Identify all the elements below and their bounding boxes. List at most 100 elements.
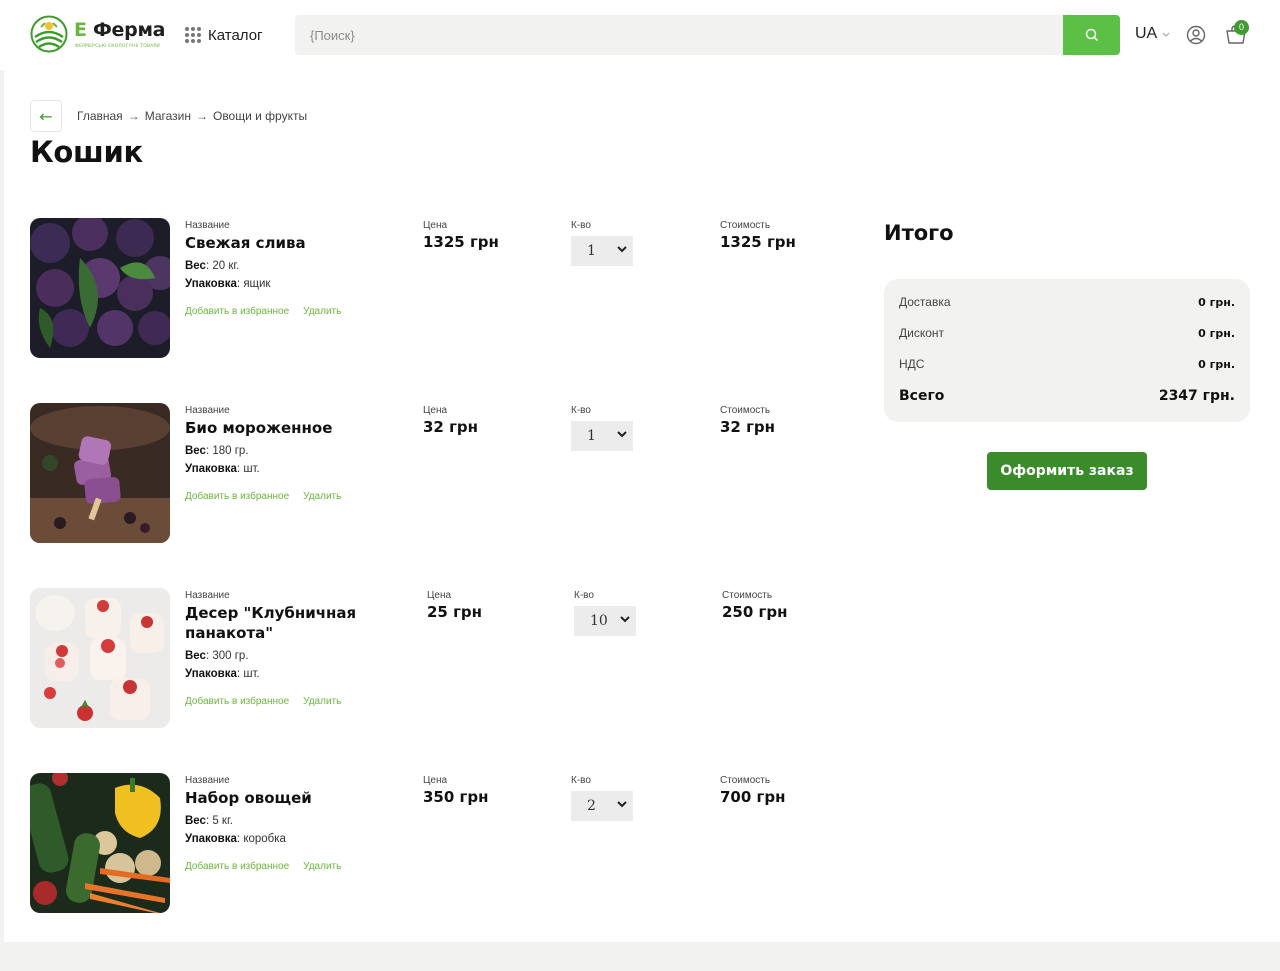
catalog-label: Каталог	[208, 26, 263, 44]
logo-text: E Ферма	[74, 19, 166, 41]
cart-count-badge: 0	[1234, 20, 1249, 35]
item-weight: Вес: 20 кг.	[185, 260, 240, 272]
column-label-price: Цена	[423, 775, 448, 786]
back-button[interactable]: ←	[30, 100, 62, 132]
search-button[interactable]	[1063, 15, 1120, 55]
vat-value: 0 грн.	[1198, 357, 1235, 371]
column-label-price: Цена	[423, 405, 448, 416]
item-cost-column: Стоимость 700 грн	[720, 775, 785, 806]
summary-title: Итого	[884, 221, 954, 245]
summary-row-vat: НДС 0 грн.	[899, 357, 1235, 371]
item-cost: 700 грн	[720, 788, 786, 806]
add-to-favorites-link[interactable]: Добавить в избранное	[185, 696, 289, 707]
cart-item: Название Десер "Клубничная панакота" Вес…	[30, 588, 830, 728]
quantity-value: 1	[587, 428, 596, 444]
column-label-cost: Стоимость	[720, 220, 771, 231]
item-cost: 1325 грн	[720, 233, 796, 251]
item-actions: Добавить в избранное Удалить	[185, 491, 385, 502]
remove-link[interactable]: Удалить	[303, 491, 341, 502]
item-price-column: Цена 32 грн	[423, 405, 478, 436]
delivery-value: 0 грн.	[1198, 295, 1235, 309]
quantity-value: 10	[590, 613, 608, 629]
add-to-favorites-link[interactable]: Добавить в избранное	[185, 861, 289, 872]
chevron-down-icon	[617, 801, 627, 808]
quantity-select[interactable]: 10	[574, 606, 636, 636]
column-label-qty: К-во	[571, 775, 591, 786]
item-qty-column: К-во 1	[571, 405, 633, 451]
column-label-qty: К-во	[571, 405, 591, 416]
breadcrumb-category[interactable]: Овощи и фрукты	[213, 109, 307, 123]
item-cost-column: Стоимость 32 грн	[720, 405, 775, 436]
divider	[0, 70, 4, 942]
column-label-qty: К-во	[571, 220, 591, 231]
language-label: UA	[1135, 25, 1158, 42]
language-switcher[interactable]: UA	[1135, 25, 1170, 43]
item-cost: 32 грн	[720, 418, 776, 436]
item-actions: Добавить в избранное Удалить	[185, 306, 385, 317]
item-price: 350 грн	[423, 788, 489, 806]
product-image-vegetables[interactable]	[30, 773, 170, 913]
remove-link[interactable]: Удалить	[303, 696, 341, 707]
arrow-left-icon: ←	[39, 106, 53, 126]
total-label: Всего	[899, 388, 945, 404]
item-pack: Упаковка: шт.	[185, 463, 260, 475]
item-name[interactable]: Био мороженное	[185, 418, 385, 438]
discount-label: Дисконт	[899, 326, 945, 340]
page-title: Кошик	[30, 135, 143, 169]
item-name[interactable]: Свежая слива	[185, 233, 385, 253]
search-bar	[295, 15, 1120, 55]
item-price: 32 грн	[423, 418, 479, 436]
product-image-panna-cotta[interactable]	[30, 588, 170, 728]
order-summary: Доставка 0 грн. Дисконт 0 грн. НДС 0 грн…	[884, 279, 1250, 422]
add-to-favorites-link[interactable]: Добавить в избранное	[185, 491, 289, 502]
total-value: 2347 грн.	[1158, 388, 1235, 404]
item-cost-column: Стоимость 250 грн	[722, 590, 787, 621]
quantity-select[interactable]: 1	[571, 421, 633, 451]
breadcrumb: Главная → Магазин → Овощи и фрукты	[77, 109, 307, 123]
item-pack: Упаковка: ящик	[185, 278, 271, 290]
logo-tagline: ФЕРМЕРСЬКІ ЕКОЛОГІЧНІ ТОВАРИ	[75, 44, 160, 49]
vat-label: НДС	[899, 357, 925, 371]
item-pack: Упаковка: шт.	[185, 668, 260, 680]
summary-row-delivery: Доставка 0 грн.	[899, 295, 1235, 309]
summary-row-discount: Дисконт 0 грн.	[899, 326, 1235, 340]
cart-item: Название Био мороженное Вес: 180 гр. Упа…	[30, 403, 830, 543]
item-price: 1325 грн	[423, 233, 499, 251]
item-weight: Вес: 180 гр.	[185, 445, 249, 457]
item-name[interactable]: Набор овощей	[185, 788, 385, 808]
item-cost-column: Стоимость 1325 грн	[720, 220, 796, 251]
product-image-plums[interactable]	[30, 218, 170, 358]
logo[interactable]: E Ферма ФЕРМЕРСЬКІ ЕКОЛОГІЧНІ ТОВАРИ	[30, 15, 166, 55]
cart-item: Название Свежая слива Вес: 20 кг. Упаков…	[30, 218, 830, 358]
item-name-column: Название Свежая слива Вес: 20 кг. Упаков…	[185, 220, 385, 317]
search-icon	[1085, 28, 1098, 42]
breadcrumb-home[interactable]: Главная	[77, 109, 123, 123]
remove-link[interactable]: Удалить	[303, 861, 341, 872]
chevron-down-icon	[620, 616, 630, 623]
item-actions: Добавить в избранное Удалить	[185, 861, 385, 872]
search-input[interactable]	[295, 15, 1063, 55]
item-name-column: Название Био мороженное Вес: 180 гр. Упа…	[185, 405, 385, 502]
breadcrumb-separator: →	[127, 109, 140, 123]
summary-row-total: Всего 2347 грн.	[899, 388, 1235, 404]
remove-link[interactable]: Удалить	[303, 306, 341, 317]
user-icon[interactable]	[1186, 25, 1206, 45]
header: E Ферма ФЕРМЕРСЬКІ ЕКОЛОГІЧНІ ТОВАРИ Кат…	[0, 0, 1280, 70]
grid-icon	[185, 27, 201, 43]
column-label-name: Название	[185, 590, 230, 601]
checkout-button[interactable]: Оформить заказ	[987, 452, 1147, 490]
item-price: 25 грн	[427, 603, 483, 621]
item-weight: Вес: 5 кг.	[185, 815, 233, 827]
item-price-column: Цена 350 грн	[423, 775, 488, 806]
quantity-select[interactable]: 2	[571, 791, 633, 821]
quantity-value: 2	[587, 798, 596, 814]
item-name[interactable]: Десер "Клубничная панакота"	[185, 603, 385, 643]
product-image-ice-cream[interactable]	[30, 403, 170, 543]
quantity-select[interactable]: 1	[571, 236, 633, 266]
item-price-column: Цена 1325 грн	[423, 220, 499, 251]
catalog-button[interactable]: Каталог	[185, 24, 263, 46]
item-qty-column: К-во 10	[574, 590, 636, 636]
column-label-cost: Стоимость	[722, 590, 773, 601]
add-to-favorites-link[interactable]: Добавить в избранное	[185, 306, 289, 317]
breadcrumb-shop[interactable]: Магазин	[145, 109, 191, 123]
